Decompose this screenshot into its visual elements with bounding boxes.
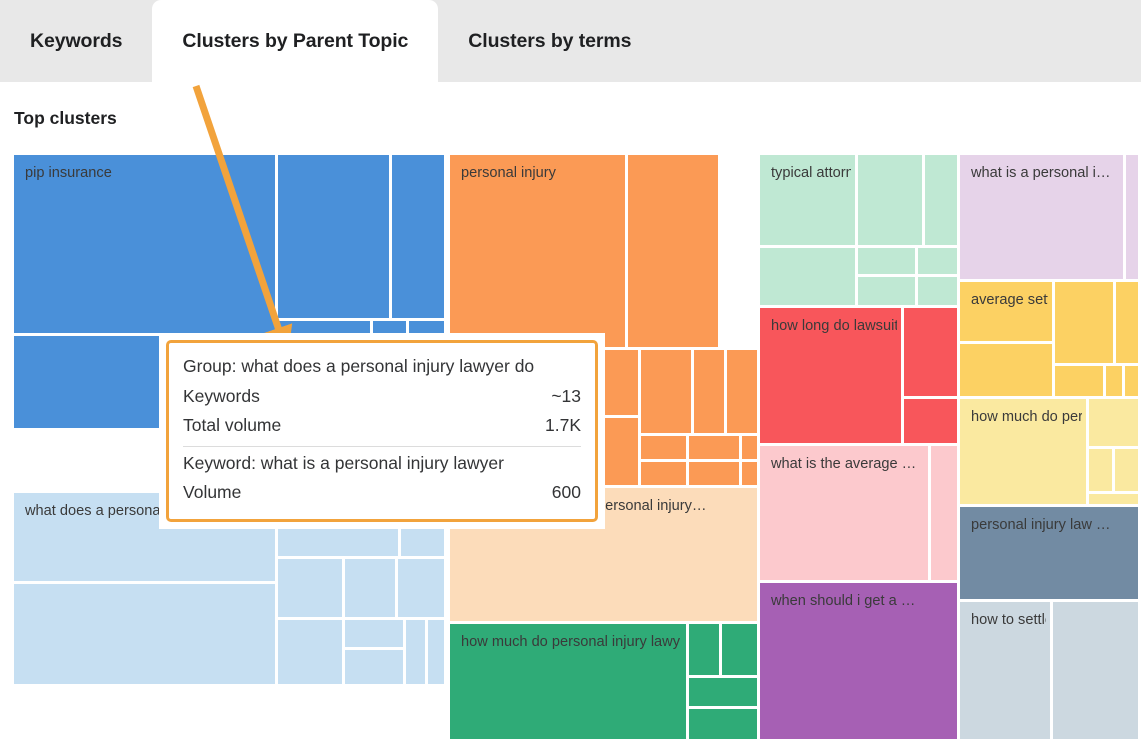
tab-clusters-by-parent-topic[interactable]: Clusters by Parent Topic (152, 0, 438, 82)
tile-label: what is a personal i… (971, 164, 1119, 183)
tile-label: how to settle a car … (971, 611, 1046, 630)
tile-label: personal injury (461, 164, 621, 183)
treemap-tile[interactable] (960, 344, 1052, 396)
treemap-tile[interactable] (14, 584, 275, 684)
treemap-tile[interactable] (689, 436, 739, 459)
treemap-tile[interactable]: pip insurance (14, 155, 275, 333)
treemap-tile[interactable] (1116, 282, 1138, 363)
treemap-tile[interactable] (392, 155, 444, 318)
tooltip-body: Group: what does a personal injury lawye… (166, 340, 598, 522)
treemap-tile[interactable] (727, 350, 757, 433)
tile-label: average settlement… (971, 291, 1048, 310)
treemap-tile[interactable] (278, 620, 342, 684)
tooltip-volume-row: Volume 600 (183, 478, 581, 508)
treemap-tile[interactable] (278, 155, 389, 318)
treemap-tile[interactable] (689, 678, 757, 706)
treemap-tile[interactable]: personal injury (450, 155, 625, 347)
treemap-tile[interactable] (641, 462, 686, 485)
treemap-tile[interactable]: what is a personal i… (960, 155, 1123, 279)
treemap-tile[interactable] (742, 436, 757, 459)
tab-bar: Keywords Clusters by Parent Topic Cluste… (0, 0, 1141, 82)
tooltip-keywords-key: Keywords (183, 388, 260, 406)
treemap-tile[interactable] (1106, 366, 1122, 396)
treemap-tile[interactable]: when should i get a … (760, 583, 957, 739)
treemap-tile[interactable] (904, 399, 957, 443)
treemap-tile[interactable] (1055, 282, 1113, 363)
treemap-tile[interactable] (641, 436, 686, 459)
treemap-tile[interactable]: typical attorney fee … (760, 155, 855, 245)
treemap-tile[interactable] (398, 559, 444, 617)
treemap-tile[interactable]: how much do pers… (960, 399, 1086, 504)
treemap-tile[interactable] (345, 650, 403, 684)
tile-label: when should i get a … (771, 592, 953, 611)
treemap-tile[interactable] (428, 620, 444, 684)
tooltip-volume-key: Volume (183, 484, 241, 502)
treemap-tile[interactable] (345, 559, 395, 617)
treemap-tile[interactable] (1089, 494, 1138, 504)
treemap-tile[interactable] (694, 350, 724, 433)
treemap-tile[interactable] (1055, 366, 1103, 396)
tab-clusters-by-terms[interactable]: Clusters by terms (438, 0, 661, 82)
treemap-tile[interactable] (918, 277, 957, 305)
page-title: Top clusters (14, 108, 117, 129)
tooltip-group-row: Group: what does a personal injury lawye… (183, 352, 581, 382)
treemap-tile[interactable]: how to settle a car … (960, 602, 1050, 739)
treemap-tile[interactable] (278, 559, 342, 617)
tooltip-total-volume-value: 1.7K (545, 417, 581, 435)
treemap-tile[interactable] (904, 308, 957, 396)
treemap-tile[interactable] (1115, 449, 1138, 491)
treemap-tile[interactable] (406, 620, 425, 684)
tile-label: how much do personal injury lawy… (461, 633, 682, 652)
treemap-tile[interactable] (918, 248, 957, 274)
treemap-tile[interactable] (628, 155, 718, 347)
treemap-tile[interactable] (858, 155, 922, 245)
tile-label: how long do lawsuit… (771, 317, 897, 336)
treemap-tile[interactable] (602, 418, 638, 485)
treemap-tile[interactable] (602, 350, 638, 415)
tooltip-volume-value: 600 (552, 484, 581, 502)
treemap-tile[interactable] (641, 350, 691, 433)
treemap-tile[interactable] (760, 248, 855, 305)
tile-label: personal injury… (597, 497, 753, 516)
treemap-tile[interactable]: how much do personal injury lawy… (450, 624, 686, 739)
tile-label: typical attorney fee … (771, 164, 851, 183)
treemap-tile[interactable] (742, 462, 757, 485)
tile-label: personal injury law … (971, 516, 1134, 535)
tooltip-keyword-label: Keyword: what is a personal injury lawye… (183, 455, 504, 473)
treemap-page: Keywords Clusters by Parent Topic Cluste… (0, 0, 1141, 739)
treemap-tile[interactable] (1125, 366, 1138, 396)
tile-label: pip insurance (25, 164, 271, 183)
treemap-tile[interactable] (1089, 449, 1112, 491)
tooltip-keywords-value: ~13 (551, 388, 581, 406)
treemap-tile[interactable] (1053, 602, 1138, 739)
tooltip-keyword-row: Keyword: what is a personal injury lawye… (183, 449, 581, 479)
tab-keywords[interactable]: Keywords (0, 0, 152, 82)
treemap-tile[interactable]: how long do lawsuit… (760, 308, 901, 443)
tooltip-total-volume-key: Total volume (183, 417, 281, 435)
tile-label: how much do pers… (971, 408, 1082, 427)
tooltip-divider (183, 446, 581, 447)
treemap-tile[interactable] (1089, 399, 1138, 446)
treemap-tile[interactable]: personal injury law … (960, 507, 1138, 599)
treemap-tile[interactable] (858, 248, 915, 274)
treemap-tile[interactable] (722, 624, 757, 675)
treemap-tile[interactable] (689, 462, 739, 485)
treemap-tile[interactable]: what is the average … (760, 446, 928, 580)
treemap-tile[interactable] (931, 446, 957, 580)
treemap-tile[interactable]: average settlement… (960, 282, 1052, 341)
tooltip-keywords-row: Keywords ~13 (183, 382, 581, 412)
treemap-tile[interactable] (1126, 155, 1138, 279)
tooltip-total-volume-row: Total volume 1.7K (183, 411, 581, 441)
treemap-tooltip: Group: what does a personal injury lawye… (159, 333, 605, 529)
treemap-tile[interactable] (345, 620, 403, 647)
tile-label: what is the average … (771, 455, 924, 474)
treemap-tile[interactable] (925, 155, 957, 245)
tooltip-group-label: Group: what does a personal injury lawye… (183, 358, 534, 376)
treemap-tile[interactable] (858, 277, 915, 305)
treemap-tile[interactable] (689, 709, 757, 739)
treemap-tile[interactable] (689, 624, 719, 675)
